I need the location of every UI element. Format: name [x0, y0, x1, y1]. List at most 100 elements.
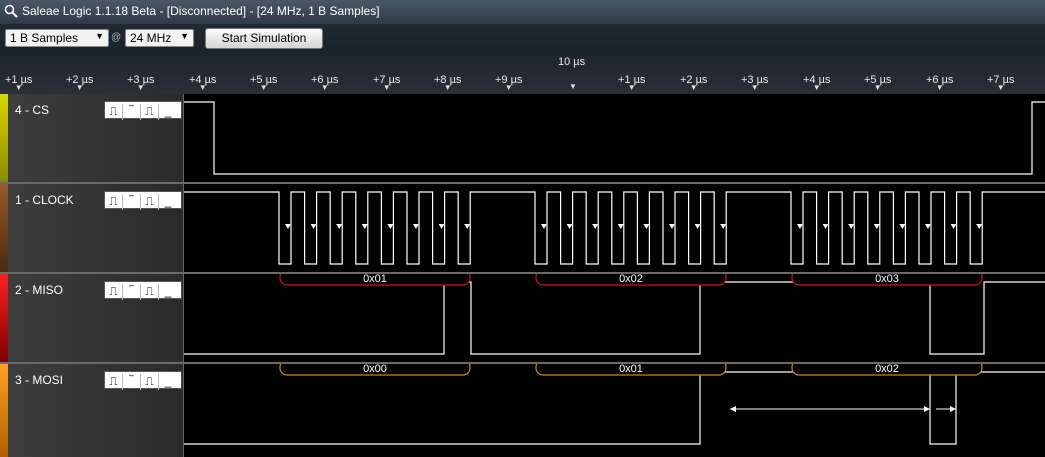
decoded-bubble[interactable]: 0x02: [535, 274, 727, 286]
falling-edge-icon[interactable]: ⎍: [141, 374, 159, 390]
sample-depth-select[interactable]: 1 B Samples ▼: [5, 29, 109, 47]
ruler-tick: +5 µs ▼: [864, 74, 891, 92]
edge-marker-icon: [592, 224, 599, 229]
ruler-tick: +8 µs ▼: [434, 74, 461, 92]
waveform-mosi[interactable]: 0x00 0x01 0x02: [184, 364, 1045, 457]
channel-color-stripe: [0, 274, 8, 362]
decoded-value: 0x01: [619, 364, 643, 375]
time-measurement[interactable]: [730, 406, 956, 412]
ruler-tick: +5 µs ▼: [250, 74, 277, 92]
trigger-buttons: ⎍ ‾ ⎍ _: [104, 101, 182, 120]
edge-marker-icon: [413, 224, 419, 229]
ruler-tick: +6 µs ▼: [311, 74, 338, 92]
center-marker-icon: ▼: [569, 82, 577, 91]
ruler-tick: +2 µs ▼: [680, 74, 707, 92]
edge-marker-icon: [848, 224, 855, 229]
falling-edge-icon[interactable]: ⎍: [141, 194, 159, 210]
edge-marker-icon: [387, 224, 394, 229]
edge-marker-icon: [720, 224, 727, 229]
chevron-down-icon: ▼: [95, 31, 104, 41]
edge-marker-icon: [873, 224, 880, 229]
sample-depth-value: 1 B Samples: [10, 31, 79, 45]
edge-marker-icon: [899, 224, 906, 229]
channel-label: 3 - MOSI: [15, 373, 64, 387]
chevron-down-icon: ▼: [180, 31, 189, 41]
channel-header-cs[interactable]: 4 - CS ⎍ ‾ ⎍ _: [0, 94, 184, 182]
title-bar: Saleae Logic 1.1.18 Beta - [Disconnected…: [0, 0, 1045, 24]
waveform-clock[interactable]: [184, 184, 1045, 272]
edge-marker-icon: [643, 224, 650, 229]
high-level-icon[interactable]: ‾: [123, 284, 141, 300]
channel-lane-clock: 1 - CLOCK ⎍ ‾ ⎍ _: [0, 184, 1045, 272]
rising-edge-icon[interactable]: ⎍: [105, 104, 123, 120]
low-level-icon[interactable]: _: [159, 104, 177, 120]
low-level-icon[interactable]: _: [159, 194, 177, 210]
edge-marker-icon: [950, 224, 957, 229]
ruler-tick: +4 µs ▼: [189, 74, 216, 92]
edge-marker-icon: [541, 224, 547, 229]
toolbar: 1 B Samples ▼ @ 24 MHz ▼ Start Simulatio…: [0, 24, 1045, 54]
low-level-icon[interactable]: _: [159, 374, 177, 390]
decoded-bubble[interactable]: 0x01: [535, 364, 727, 376]
edge-marker-icon: [361, 224, 368, 229]
edge-marker-icon: [464, 224, 471, 229]
decoded-bubble[interactable]: 0x03: [791, 274, 983, 286]
ruler-tick: +3 µs ▼: [741, 74, 768, 92]
channel-lane-mosi: 3 - MOSI ⎍ ‾ ⎍ _ 0x00 0x01 0x02: [0, 364, 1045, 457]
channel-label: 4 - CS: [15, 103, 50, 117]
edge-marker-icon: [822, 224, 829, 229]
waveform-cs[interactable]: [184, 94, 1045, 182]
ruler-tick: +2 µs ▼: [66, 74, 93, 92]
decoded-bubble[interactable]: 0x01: [279, 274, 471, 286]
channel-header-miso[interactable]: 2 - MISO ⎍ ‾ ⎍ _: [0, 274, 184, 362]
trigger-buttons: ⎍ ‾ ⎍ _: [104, 281, 182, 300]
high-level-icon[interactable]: ‾: [123, 104, 141, 120]
start-simulation-button[interactable]: Start Simulation: [205, 28, 323, 49]
rising-edge-icon[interactable]: ⎍: [105, 194, 123, 210]
falling-edge-icon[interactable]: ⎍: [141, 104, 159, 120]
decoded-bubble[interactable]: 0x02: [791, 364, 983, 376]
edge-marker-icon: [336, 224, 343, 229]
center-time-label: 10 µs: [558, 56, 586, 68]
ruler-tick: +4 µs ▼: [803, 74, 830, 92]
edge-marker-icon: [976, 224, 983, 229]
sample-rate-value: 24 MHz: [130, 31, 172, 45]
rising-edge-icon[interactable]: ⎍: [105, 284, 123, 300]
decoded-bubble[interactable]: 0x00: [279, 364, 471, 376]
channel-color-stripe: [0, 94, 8, 182]
high-level-icon[interactable]: ‾: [123, 374, 141, 390]
edge-marker-icon: [438, 224, 445, 229]
app-search-icon: [4, 4, 18, 21]
sample-rate-select[interactable]: 24 MHz ▼: [125, 29, 194, 47]
channel-header-mosi[interactable]: 3 - MOSI ⎍ ‾ ⎍ _: [0, 364, 184, 457]
ruler-tick: +6 µs ▼: [926, 74, 953, 92]
channel-lane-miso: 2 - MISO ⎍ ‾ ⎍ _ 0x01 0x02 0x03: [0, 274, 1045, 362]
channel-area: 4 - CS ⎍ ‾ ⎍ _ 1 - CLOCK ⎍ ‾ ⎍ _ 2 - MISO ⎍ ‾ ⎍ _: [0, 94, 1045, 457]
edge-marker-icon: [566, 224, 573, 229]
trigger-buttons: ⎍ ‾ ⎍ _: [104, 191, 182, 210]
ruler-tick: +9 µs ▼: [495, 74, 522, 92]
time-ruler[interactable]: 10 µs ▼ +1 µs ▼ +2 µs ▼ +3 µs ▼ +4 µs ▼ +5 µs ▼ +6…: [0, 54, 1045, 94]
edge-marker-icon: [925, 224, 931, 229]
trigger-buttons: ⎍ ‾ ⎍ _: [104, 371, 182, 390]
falling-edge-icon[interactable]: ⎍: [141, 284, 159, 300]
edge-marker-icon: [694, 224, 701, 229]
ruler-tick: +1 µs ▼: [618, 74, 645, 92]
decoded-value: 0x02: [875, 364, 899, 375]
channel-header-clock[interactable]: 1 - CLOCK ⎍ ‾ ⎍ _: [0, 184, 184, 272]
channel-label: 2 - MISO: [15, 283, 64, 297]
high-level-icon[interactable]: ‾: [123, 194, 141, 210]
ruler-tick: +1 µs ▼: [5, 74, 32, 92]
ruler-tick: +7 µs ▼: [373, 74, 400, 92]
waveform-miso[interactable]: 0x01 0x02 0x03: [184, 274, 1045, 362]
at-symbol: @: [111, 32, 122, 43]
ruler-tick: +7 µs ▼: [987, 74, 1014, 92]
edge-marker-icon: [310, 224, 317, 229]
window-title: Saleae Logic 1.1.18 Beta - [Disconnected…: [22, 4, 380, 18]
decoded-value: 0x00: [363, 364, 387, 375]
decoded-value: 0x02: [619, 274, 643, 285]
channel-label: 1 - CLOCK: [15, 193, 74, 207]
rising-edge-icon[interactable]: ⎍: [105, 374, 123, 390]
low-level-icon[interactable]: _: [159, 284, 177, 300]
channel-lane-cs: 4 - CS ⎍ ‾ ⎍ _: [0, 94, 1045, 182]
